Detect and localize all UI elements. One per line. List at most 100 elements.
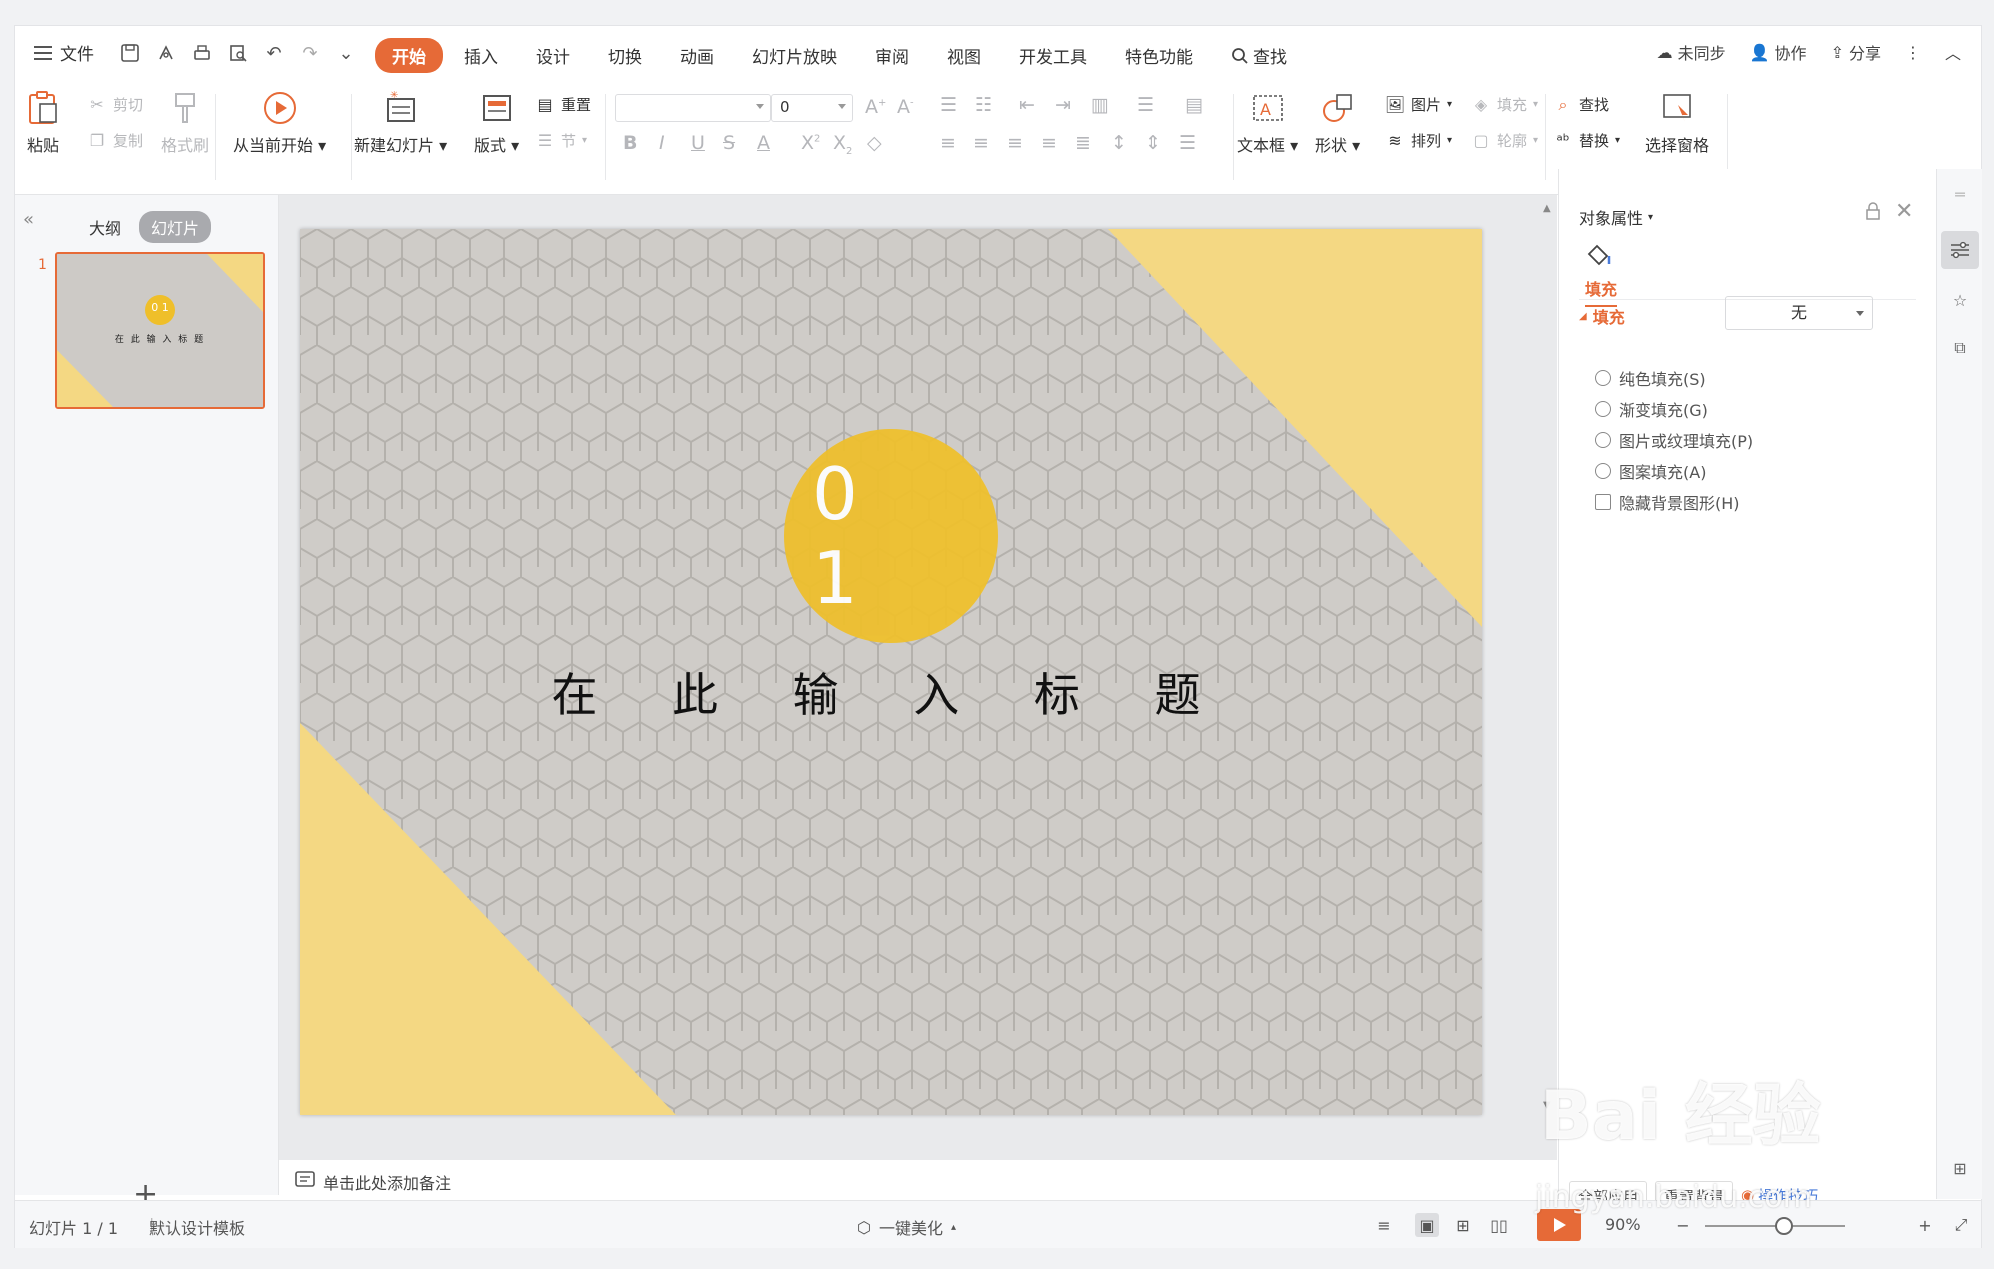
font-size-select[interactable]: 0 — [771, 94, 853, 122]
slide-sorter-icon[interactable]: ⊞ — [1451, 1213, 1475, 1237]
zoom-out-icon[interactable]: − — [1671, 1213, 1695, 1237]
underline-icon[interactable]: U — [691, 132, 705, 154]
radio-solid[interactable] — [1595, 370, 1611, 386]
hide-bg-option[interactable]: 隐藏背景图形(H) — [1595, 490, 1740, 514]
zoom-in-icon[interactable]: + — [1913, 1213, 1937, 1237]
tab-slideshow[interactable]: 幻灯片放映 — [735, 38, 854, 73]
zoom-level[interactable]: 90% — [1605, 1215, 1641, 1234]
tab-view[interactable]: 视图 — [930, 38, 998, 73]
tab-insert[interactable]: 插入 — [447, 38, 515, 73]
tab-transitions[interactable]: 切换 — [591, 38, 659, 73]
tab-fill[interactable]: 填充 — [1585, 242, 1618, 307]
animation-star-icon[interactable]: ☆ — [1941, 281, 1979, 319]
numbered-list-icon[interactable]: ☷ — [975, 94, 992, 116]
hide-bg-checkbox[interactable] — [1595, 494, 1611, 510]
slide-title[interactable]: 在 此 输 入 标 题 — [300, 659, 1482, 725]
number-circle[interactable]: 0 1 — [784, 429, 998, 643]
superscript-icon[interactable]: X2 — [801, 132, 820, 154]
align-text-icon[interactable]: ▤ — [1185, 94, 1203, 116]
tab-special[interactable]: 特色功能 — [1108, 38, 1210, 73]
strikethrough-icon[interactable]: S — [723, 132, 735, 154]
clear-format-icon[interactable]: ◇ — [867, 132, 882, 154]
vertical-scrollbar[interactable]: ▲ ▼ — [1535, 195, 1557, 1160]
distribute-icon[interactable]: ≣ — [1075, 132, 1091, 154]
para-spacing-icon[interactable]: ⇕ — [1145, 132, 1161, 154]
tab-outline[interactable]: 大纲 — [77, 211, 133, 243]
solid-fill-option[interactable]: 纯色填充(S) — [1595, 366, 1706, 390]
reset-button[interactable]: ▤ 重置 — [535, 94, 591, 115]
outline-button[interactable]: ▢ 轮廓 ▾ — [1471, 130, 1538, 151]
increase-indent-icon[interactable]: ⇥ — [1055, 94, 1071, 116]
font-family-select[interactable] — [615, 94, 771, 122]
align-left-icon[interactable]: ≡ — [940, 132, 956, 154]
find-button[interactable]: ⌕ 查找 — [1553, 94, 1610, 115]
collab-button[interactable]: 👤 协作 — [1750, 40, 1807, 64]
collapse-panel-icon[interactable]: « — [23, 209, 34, 230]
shape-button[interactable]: 形状 ▾ — [1315, 90, 1360, 156]
slide-thumbnail[interactable]: 0 1 在 此 输 入 标 题 — [55, 252, 265, 409]
text-direction-icon[interactable]: ☰ — [1137, 94, 1154, 116]
panel-title[interactable]: 对象属性 ▾ — [1579, 205, 1653, 229]
transition-icon[interactable]: ⧉ — [1941, 329, 1979, 367]
selection-pane-button[interactable]: 选择窗格 — [1645, 90, 1709, 156]
subscript-icon[interactable]: X2 — [833, 132, 852, 157]
line-spacing-icon[interactable]: ↕ — [1111, 132, 1127, 154]
section-button[interactable]: ☰ 节 ▾ — [535, 130, 587, 151]
tab-developer[interactable]: 开发工具 — [1002, 38, 1104, 73]
columns-icon[interactable]: ▥ — [1091, 94, 1109, 116]
paste-button[interactable]: 粘贴 — [25, 90, 61, 156]
share-button[interactable]: ⇪ 分享 — [1831, 40, 1881, 64]
customize-dropdown-icon[interactable]: ⌄ — [334, 41, 358, 65]
undo-icon[interactable]: ↶ — [262, 41, 286, 65]
properties-icon[interactable] — [1941, 231, 1979, 269]
para-settings-icon[interactable]: ☰ — [1179, 132, 1196, 154]
play-from-current-button[interactable]: 从当前开始 ▾ — [233, 90, 326, 156]
radio-gradient[interactable] — [1595, 401, 1611, 417]
tab-design[interactable]: 设计 — [519, 38, 587, 73]
align-right-icon[interactable]: ≡ — [1007, 132, 1023, 154]
scroll-down-icon[interactable]: ▼ — [1543, 1100, 1551, 1111]
pattern-fill-option[interactable]: 图案填充(A) — [1595, 459, 1706, 483]
layout-button[interactable]: 版式 ▾ — [474, 90, 519, 156]
fill-section-header[interactable]: ◢ 填充 — [1579, 304, 1625, 328]
save-icon[interactable] — [118, 41, 142, 65]
radio-pattern[interactable] — [1595, 463, 1611, 479]
normal-view-icon[interactable]: ▣ — [1415, 1213, 1439, 1237]
copy-button[interactable]: ❐ 复制 — [87, 130, 143, 151]
fill-button[interactable]: ◈ 填充 ▾ — [1471, 94, 1538, 115]
export-icon[interactable] — [154, 41, 178, 65]
italic-icon[interactable]: I — [659, 132, 665, 154]
gradient-fill-option[interactable]: 渐变填充(G) — [1595, 397, 1708, 421]
radio-picture[interactable] — [1595, 432, 1611, 448]
decrease-font-icon[interactable]: A- — [897, 96, 914, 118]
bold-icon[interactable]: B — [623, 132, 637, 154]
bullet-list-icon[interactable]: ☰ — [940, 94, 957, 116]
close-icon[interactable]: ✕ — [1895, 199, 1913, 224]
file-menu[interactable]: 文件 — [34, 40, 94, 65]
textbox-button[interactable]: A 文本框 ▾ — [1237, 90, 1298, 156]
tab-slides[interactable]: 幻灯片 — [139, 211, 212, 243]
print-icon[interactable] — [190, 41, 214, 65]
arrange-button[interactable]: ≋ 排列 ▾ — [1385, 130, 1452, 151]
zoom-slider-knob[interactable] — [1775, 1217, 1793, 1235]
collapse-ribbon-button[interactable]: ︿ — [1945, 40, 1961, 64]
replace-button[interactable]: ᵃᵇ 替换 ▾ — [1553, 130, 1620, 151]
search-command[interactable]: 查找 — [1214, 38, 1304, 73]
picture-button[interactable]: 🖼 图片 ▾ — [1385, 94, 1452, 115]
format-painter-button[interactable]: 格式刷 — [161, 90, 209, 156]
grid-icon[interactable]: ⊞ — [1941, 1149, 1979, 1187]
fit-window-icon[interactable]: ⤢ — [1949, 1213, 1973, 1237]
slideshow-play-button[interactable] — [1537, 1209, 1581, 1241]
beautify-button[interactable]: ⬡ 一键美化 ▴ — [857, 1215, 956, 1239]
justify-icon[interactable]: ≡ — [1041, 132, 1057, 154]
notes-toggle-icon[interactable]: ≡ — [1372, 1213, 1396, 1237]
font-color-icon[interactable]: A — [757, 132, 770, 154]
align-center-icon[interactable]: ≡ — [973, 132, 989, 154]
scroll-up-icon[interactable]: ▲ — [1543, 203, 1551, 214]
picture-fill-option[interactable]: 图片或纹理填充(P) — [1595, 428, 1753, 452]
slide[interactable]: 0 1 在 此 输 入 标 题 — [300, 229, 1482, 1115]
tab-home[interactable]: 开始 — [375, 38, 443, 73]
new-slide-button[interactable]: ✳ 新建幻灯片 ▾ — [354, 90, 447, 156]
increase-font-icon[interactable]: A+ — [865, 96, 886, 118]
fill-type-select[interactable]: 无 — [1725, 296, 1873, 330]
